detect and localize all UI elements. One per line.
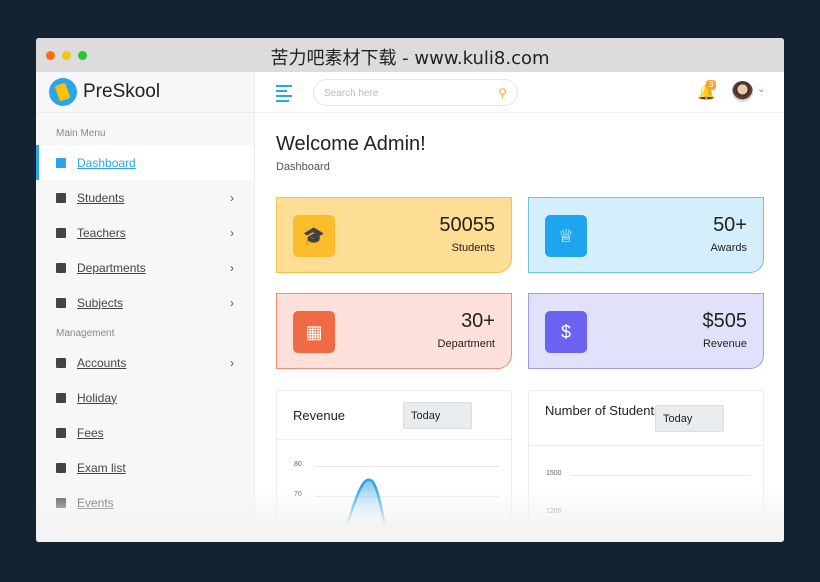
chevron-right-icon: › [230, 190, 234, 205]
chevron-right-icon: › [230, 355, 234, 370]
sidebar-item-students[interactable]: Students › [36, 180, 254, 215]
awards-icon: ♕ [545, 215, 587, 257]
sidebar-item-accounts[interactable]: Accounts › [36, 345, 254, 380]
stat-value: 30+ [461, 310, 495, 332]
period-select[interactable]: Today [403, 402, 472, 429]
chevron-right-icon: › [230, 225, 234, 240]
search-placeholder: Search here [324, 88, 379, 99]
sidebar-item-subjects[interactable]: Subjects › [36, 285, 254, 320]
sidebar-item-holiday[interactable]: Holiday [36, 380, 254, 415]
sidebar-item-label: Holiday [77, 390, 118, 405]
sidebar: PreSkool Main Menu Dashboard Students › Tea… [36, 72, 255, 542]
revenue-icon: $ [545, 311, 587, 353]
sidebar-item-dashboard[interactable]: Dashboard [36, 145, 254, 180]
logo-icon [49, 78, 77, 106]
students-icon: 🎓 [293, 215, 335, 257]
bottom-fade [36, 487, 784, 542]
stat-card-awards: ♕ 50+ Awards [528, 197, 764, 273]
file-invoice-icon [56, 357, 66, 368]
sidebar-item-departments[interactable]: Departments › [36, 250, 254, 285]
chalkboard-teacher-icon [56, 227, 66, 238]
panel-title: Number of Students [545, 403, 661, 418]
logo[interactable]: PreSkool [36, 72, 254, 113]
stat-label: Department [437, 338, 495, 350]
menu-section-title: Main Menu [56, 128, 106, 139]
search-icon[interactable]: ⚲ [498, 86, 507, 100]
notification-badge: 3 [706, 80, 716, 90]
stat-card-department: ▦ 30+ Department [276, 293, 512, 369]
top-header: Search here ⚲ 🔔 3 ⌄ [255, 72, 784, 113]
sidebar-item-label: Subjects [77, 295, 124, 310]
sidebar-item-exam-list[interactable]: Exam list [36, 450, 254, 485]
department-icon: ▦ [293, 311, 335, 353]
page-title: Welcome Admin! [276, 133, 426, 155]
stat-card-revenue: $ $505 Revenue [528, 293, 764, 369]
stat-value: $505 [702, 310, 748, 332]
sidebar-item-label: Students [77, 190, 125, 205]
chevron-right-icon: › [230, 295, 234, 310]
title-bar: 苦力吧素材下载 - www.kuli8.com [36, 38, 784, 72]
main-content: Welcome Admin! Dashboard 🎓 50055 Students ♕… [255, 113, 784, 542]
menu-section-title: Management [56, 328, 115, 339]
window-title: 苦力吧素材下载 - www.kuli8.com [270, 48, 550, 69]
search-input[interactable]: Search here ⚲ [313, 79, 518, 106]
avatar[interactable] [732, 81, 753, 102]
stat-value: 50055 [439, 214, 495, 236]
money-icon [56, 427, 66, 438]
sidebar-item-teachers[interactable]: Teachers › [36, 215, 254, 250]
y-tick: 1500 [546, 470, 562, 477]
stat-label: Revenue [702, 338, 747, 350]
stat-label: Awards [710, 242, 747, 254]
clipboard-icon [56, 462, 66, 473]
book-reader-icon [56, 297, 66, 308]
period-select[interactable]: Today [655, 405, 724, 432]
chevron-right-icon: › [230, 260, 234, 275]
graduation-cap-icon [56, 192, 66, 203]
building-icon [56, 262, 66, 273]
holiday-icon [56, 392, 66, 403]
sidebar-item-label: Departments [77, 260, 146, 275]
sidebar-item-label: Fees [77, 425, 104, 440]
chevron-down-icon[interactable]: ⌄ [757, 84, 765, 95]
stat-card-students: 🎓 50055 Students [276, 197, 512, 273]
sidebar-item-label: Accounts [77, 355, 127, 370]
browser-window: 苦力吧素材下载 - www.kuli8.com PreSkool Main Me… [36, 38, 784, 542]
brand-name: PreSkool [83, 81, 161, 102]
sidebar-item-label: Dashboard [77, 155, 136, 170]
stat-label: Students [451, 242, 495, 254]
panel-title: Revenue [293, 408, 346, 423]
breadcrumb: Dashboard [276, 161, 330, 173]
sidebar-item-fees[interactable]: Fees [36, 415, 254, 450]
y-tick: 80 [294, 461, 302, 468]
stat-value: 50+ [713, 214, 747, 236]
menu-toggle-icon[interactable] [276, 85, 292, 105]
grid-icon [56, 157, 66, 168]
sidebar-item-label: Exam list [77, 460, 126, 475]
sidebar-item-label: Teachers [77, 225, 126, 240]
